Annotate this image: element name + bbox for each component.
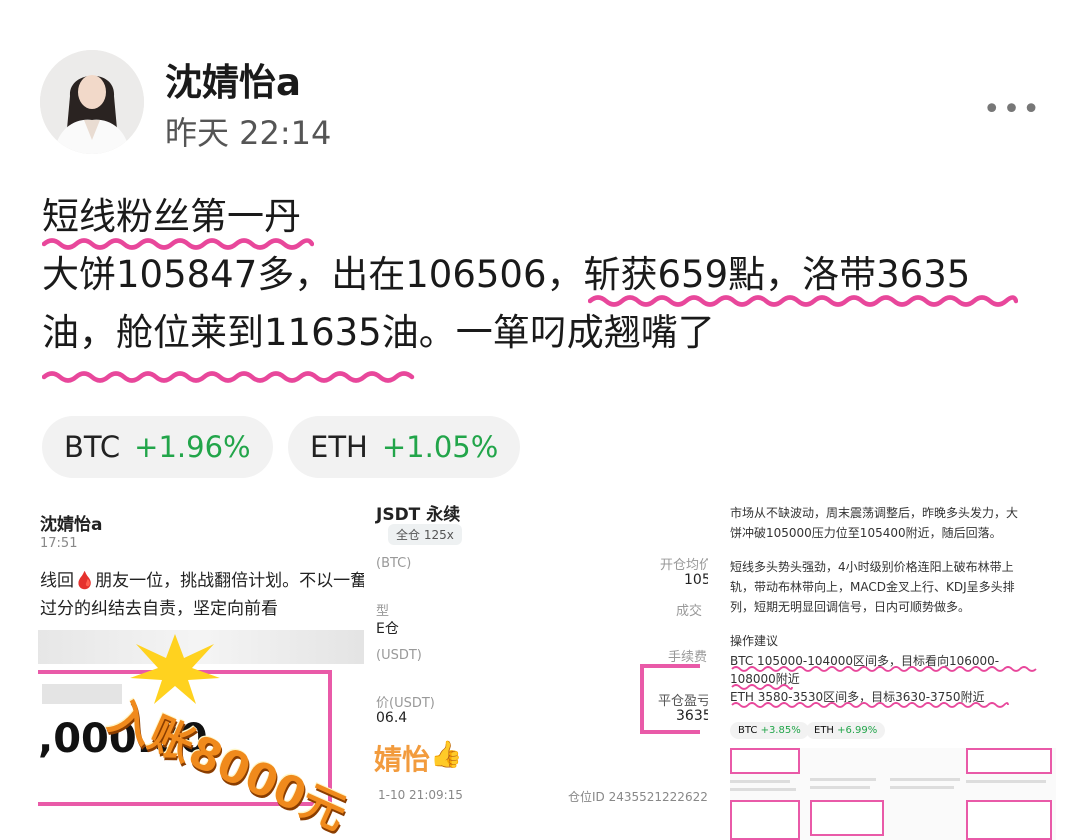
field-value: 06.4 [376,710,408,726]
thumbs-up-icon: 👍 [430,740,463,770]
nested-thumb [810,778,876,781]
image-author: 沈婧怡a [40,515,103,535]
highlight-squiggle [42,371,415,383]
image-time: 17:51 [40,536,78,551]
analysis-text: 饼冲破105000压力位至105400附近，随后回落。 [730,526,1002,540]
advice-title: 操作建议 [730,634,779,648]
field-label: 成交 [676,604,703,619]
field-value: 3635 [676,708,708,724]
field-value: E仓 [376,621,399,637]
blurred-area [42,684,122,704]
nested-thumb [890,778,960,781]
ticker-change: +3.85% [760,725,801,736]
ticker-change: +1.05% [381,430,499,464]
contract-title: JSDT 永续 [376,505,461,525]
highlight-squiggle [731,702,1009,708]
image-text: 过分的纠结去自责，坚定向前看 [40,599,278,619]
nested-thumb [730,748,800,774]
analysis-text: 列，短期无明显回调信号，日内可顺势做多。 [730,600,971,614]
post-image-2[interactable]: JSDT 永续 全仓 125x (BTC) 型 E仓 (USDT) 价(USDT… [372,488,708,840]
leverage-badge: 全仓 125x [388,524,462,545]
nested-thumb [966,780,1046,783]
field-label: 手续费 [668,650,708,665]
field-label: (USDT) [376,648,422,663]
position-id: 仓位ID 2435521222622813 [568,790,708,804]
post-image-1[interactable]: 沈婧怡a 17:51 线回🩸朋友一位，挑战翻倍计划。不以一奮 过分的纠结去自责，… [38,488,364,840]
nested-thumb [966,748,1052,774]
trade-datetime: 1-10 21:09:15 [378,788,463,802]
mini-ticker-chip: BTC +3.85% [730,722,809,739]
field-label: 开仓均价 [660,558,708,573]
field-label: 平仓盈亏 [658,694,708,709]
field-label: (BTC) [376,556,412,571]
field-value: 105 [684,572,708,588]
image-text: 线回🩸朋友一位，挑战翻倍计划。不以一奮 [40,571,364,591]
ticker-symbol: BTC [738,725,758,736]
nested-thumb [966,800,1052,840]
ticker-chip-btc[interactable]: BTC +1.96% [42,416,273,478]
more-options-icon[interactable]: ••• [983,92,1042,127]
field-label: 价(USDT) [376,696,435,711]
post-line: 大饼105847多，出在106506，斩获659點，洛带3635 [42,253,971,296]
ticker-change: +1.96% [134,430,251,464]
highlight-squiggle [731,666,1037,672]
post-body: 短线粉丝第一丹 大饼105847多，出在106506，斩获659點，洛带3635… [42,188,1032,362]
nested-thumb [730,800,800,840]
nested-thumb [810,786,870,789]
field-label: 型 [376,604,390,619]
nested-thumb [890,786,954,789]
ticker-symbol: ETH [814,725,834,736]
nested-thumb [730,780,790,783]
author-name[interactable]: 沈婧怡a [165,52,301,106]
ticker-change: +6.99% [837,725,878,736]
ticker-symbol: BTC [64,430,121,464]
nested-thumb [730,788,796,791]
post-line: 油，舱位莱到11635油。一箪叼成翘嘴了 [42,311,715,354]
post-line: 短线粉丝第一丹 [42,195,301,238]
ticker-symbol: ETH [310,430,368,464]
ticker-chip-eth[interactable]: ETH +1.05% [288,416,521,478]
analysis-text: 轨，带动布林带向上，MACD金叉上行、KDJ呈多头排 [730,580,1015,594]
highlight-squiggle [731,684,793,690]
avatar[interactable] [40,50,144,154]
analysis-text: 市场从不缺波动，周末震荡调整后，昨晚多头发力，大 [730,506,1019,520]
watermark: 婧怡 [374,743,431,776]
mini-ticker-chip: ETH +6.99% [806,722,886,739]
post-timestamp: 昨天 22:14 [165,114,332,152]
avatar-portrait [40,50,144,154]
post-image-3[interactable]: 市场从不缺波动，周末震荡调整后，昨晚多头发力，大 饼冲破105000压力位至10… [720,488,1065,840]
analysis-text: 短线多头势头强劲，4小时级别价格连阳上破布林带上 [730,560,1014,574]
nested-images [730,748,1056,840]
nested-thumb [810,800,884,836]
